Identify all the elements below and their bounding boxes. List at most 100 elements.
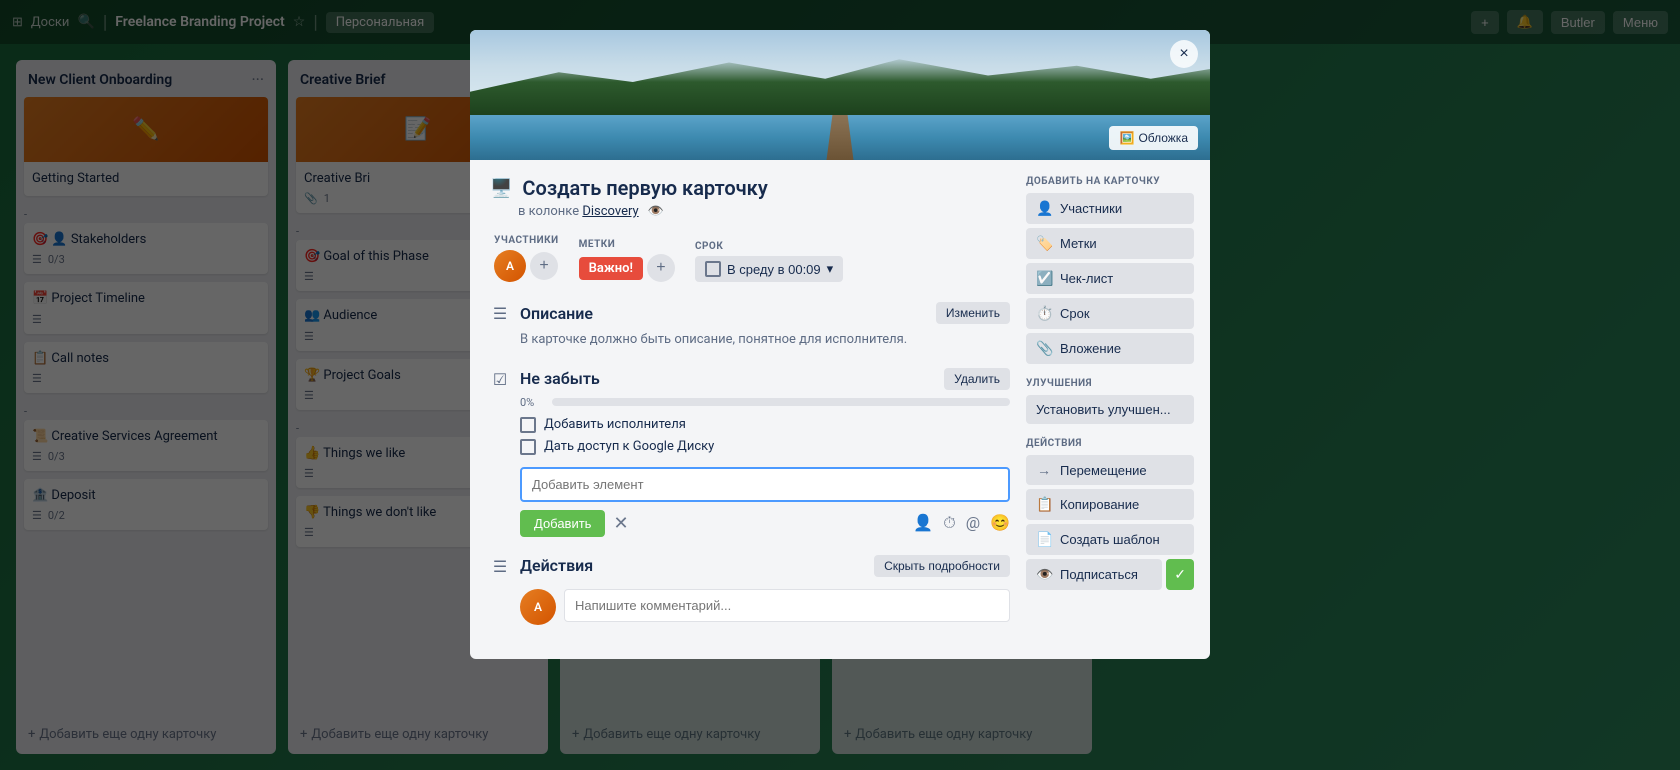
copy-btn[interactable]: 📋 Копирование bbox=[1026, 489, 1194, 520]
comment-avatar: A bbox=[520, 589, 556, 625]
cover-button[interactable]: 🖼️ Обложка bbox=[1109, 126, 1198, 150]
clock-icon: ⏱️ bbox=[1036, 305, 1052, 322]
water bbox=[470, 115, 1210, 161]
assign-icon[interactable]: 👤 bbox=[913, 513, 933, 533]
checklist-content: Не забыть Удалить 0% bbox=[520, 368, 1010, 537]
template-label: Создать шаблон bbox=[1060, 532, 1160, 547]
actions-section: ☰ Действия Скрыть подробности A bbox=[490, 555, 1010, 625]
copy-icon: 📋 bbox=[1036, 496, 1052, 513]
progress-percent: 0% bbox=[520, 396, 544, 409]
checklist-icon: ☑️ bbox=[1036, 270, 1052, 287]
deadline-button[interactable]: В среду в 00:09 ▾ bbox=[695, 256, 843, 282]
modal-title: Создать первую карточку bbox=[522, 176, 767, 200]
actions-header: Действия Скрыть подробности bbox=[520, 555, 1010, 577]
checkbox-1[interactable] bbox=[520, 417, 536, 433]
sidebar-labels-btn[interactable]: 🏷️ Метки bbox=[1026, 228, 1194, 259]
add-element-input[interactable] bbox=[520, 467, 1010, 502]
subscribe-btn[interactable]: 👁️ Подписаться bbox=[1026, 559, 1162, 590]
modal-sidebar: ДОБАВИТЬ НА КАРТОЧКУ 👤 Участники 🏷️ Метк… bbox=[1026, 176, 1194, 643]
checklist-item-2: Дать доступ к Google Диску bbox=[520, 439, 1010, 455]
labels-section: МЕТКИ Важно! + bbox=[579, 239, 675, 282]
deadline-row: В среду в 00:09 ▾ bbox=[695, 256, 843, 282]
participants-row: A + bbox=[494, 250, 559, 282]
description-icon: ☰ bbox=[490, 304, 510, 350]
add-element-actions: Добавить ✕ 👤 ⏱ @ 😊 bbox=[520, 510, 1010, 537]
subscribe-row: 👁️ Подписаться ✓ bbox=[1026, 559, 1194, 590]
actions-content: Действия Скрыть подробности A bbox=[520, 555, 1010, 625]
participants-section: УЧАСТНИКИ A + bbox=[494, 235, 559, 282]
template-btn[interactable]: 📄 Создать шаблон bbox=[1026, 524, 1194, 555]
deadline-label: СРОК bbox=[695, 241, 843, 252]
cover-image bbox=[470, 30, 1210, 160]
labels-row: Важно! + bbox=[579, 254, 675, 282]
hide-details-btn[interactable]: Скрыть подробности bbox=[874, 555, 1010, 577]
important-label[interactable]: Важно! bbox=[579, 257, 643, 280]
close-icon: × bbox=[1179, 45, 1188, 63]
mention-icon[interactable]: @ bbox=[966, 513, 980, 533]
sidebar-labels-label: Метки bbox=[1060, 236, 1097, 251]
labels-label: МЕТКИ bbox=[579, 239, 675, 250]
description-title: Описание bbox=[520, 304, 593, 323]
description-title-row: Описание Изменить bbox=[520, 302, 1010, 324]
emoji-icon[interactable]: 😊 bbox=[990, 513, 1010, 533]
sidebar-participants-btn[interactable]: 👤 Участники bbox=[1026, 193, 1194, 224]
modal-title-row: 🖥️ Создать первую карточку bbox=[490, 176, 1010, 200]
checklist-title: Не забыть bbox=[520, 369, 600, 388]
improvements-btn[interactable]: Установить улучшен... bbox=[1026, 395, 1194, 424]
card-type-icon: 🖥️ bbox=[490, 178, 512, 199]
chevron-down-icon: ▾ bbox=[827, 261, 834, 277]
card-modal: 🖼️ Обложка × 🖥️ Создать первую карточку … bbox=[470, 30, 1210, 659]
progress-bar-bg bbox=[552, 398, 1010, 406]
add-element-btn[interactable]: Добавить bbox=[520, 510, 605, 537]
modal-main: 🖥️ Создать первую карточку в колонке Dis… bbox=[490, 176, 1010, 643]
modal-subtitle: в колонке Discovery 👁️ bbox=[518, 204, 1010, 219]
description-edit-btn[interactable]: Изменить bbox=[936, 302, 1010, 324]
sidebar-deadline-btn[interactable]: ⏱️ Срок bbox=[1026, 298, 1194, 329]
comment-row: A bbox=[520, 589, 1010, 625]
attachment-icon: 📎 bbox=[1036, 340, 1052, 357]
toolbar-icons: 👤 ⏱ @ 😊 bbox=[913, 513, 1010, 533]
description-text: В карточке должно быть описание, понятно… bbox=[520, 330, 1010, 350]
improvements-label: УЛУЧШЕНИЯ bbox=[1026, 378, 1194, 389]
clock-icon[interactable]: ⏱ bbox=[943, 513, 955, 533]
sidebar-attachment-btn[interactable]: 📎 Вложение bbox=[1026, 333, 1194, 364]
actions-sidebar-section: ДЕЙСТВИЯ → Перемещение 📋 Копирование 📄 С… bbox=[1026, 438, 1194, 590]
cover-btn-label: Обложка bbox=[1138, 131, 1188, 145]
move-btn[interactable]: → Перемещение bbox=[1026, 455, 1194, 485]
checklist-title-row: Не забыть Удалить bbox=[520, 368, 1010, 390]
subscribe-label: Подписаться bbox=[1060, 567, 1138, 582]
checklist-delete-btn[interactable]: Удалить bbox=[944, 368, 1010, 390]
column-link[interactable]: Discovery bbox=[582, 204, 638, 219]
sidebar-checklist-label: Чек-лист bbox=[1060, 271, 1113, 286]
description-content: Описание Изменить В карточке должно быть… bbox=[520, 302, 1010, 350]
modal-overlay[interactable]: 🖼️ Обложка × 🖥️ Создать первую карточку … bbox=[0, 0, 1680, 770]
dock bbox=[825, 115, 855, 161]
check-text-2: Дать доступ к Google Диску bbox=[544, 439, 714, 454]
template-icon: 📄 bbox=[1036, 531, 1052, 548]
sidebar-checklist-btn[interactable]: ☑️ Чек-лист bbox=[1026, 263, 1194, 294]
add-participant-btn[interactable]: + bbox=[530, 252, 558, 280]
move-label: Перемещение bbox=[1060, 463, 1147, 478]
comment-input[interactable] bbox=[564, 589, 1010, 622]
modal-close-button[interactable]: × bbox=[1170, 40, 1198, 68]
add-label-btn[interactable]: + bbox=[647, 254, 675, 282]
cancel-add-btn[interactable]: ✕ bbox=[613, 513, 628, 534]
sidebar-participants-label: Участники bbox=[1060, 201, 1122, 216]
add-to-card-section: ДОБАВИТЬ НА КАРТОЧКУ 👤 Участники 🏷️ Метк… bbox=[1026, 176, 1194, 364]
improvements-section: УЛУЧШЕНИЯ Установить улучшен... bbox=[1026, 378, 1194, 424]
deadline-text: В среду в 00:09 bbox=[727, 262, 821, 277]
actions-title: Действия bbox=[520, 556, 593, 575]
modal-cover: 🖼️ Обложка bbox=[470, 30, 1210, 160]
watch-icon[interactable]: 👁️ bbox=[648, 204, 664, 219]
tag-icon: 🏷️ bbox=[1036, 235, 1052, 252]
avatar[interactable]: A bbox=[494, 250, 526, 282]
check-text-1: Добавить исполнителя bbox=[544, 417, 686, 432]
sidebar-attachment-label: Вложение bbox=[1060, 341, 1121, 356]
checkbox-2[interactable] bbox=[520, 439, 536, 455]
checklist-progress: 0% bbox=[520, 396, 1010, 409]
modal-body: 🖥️ Создать первую карточку в колонке Dis… bbox=[470, 160, 1210, 659]
checklist-icon: ☑ bbox=[490, 370, 510, 537]
participants-label: УЧАСТНИКИ bbox=[494, 235, 559, 246]
subscribe-check-btn[interactable]: ✓ bbox=[1166, 559, 1194, 590]
activity-icon: ☰ bbox=[490, 557, 510, 625]
